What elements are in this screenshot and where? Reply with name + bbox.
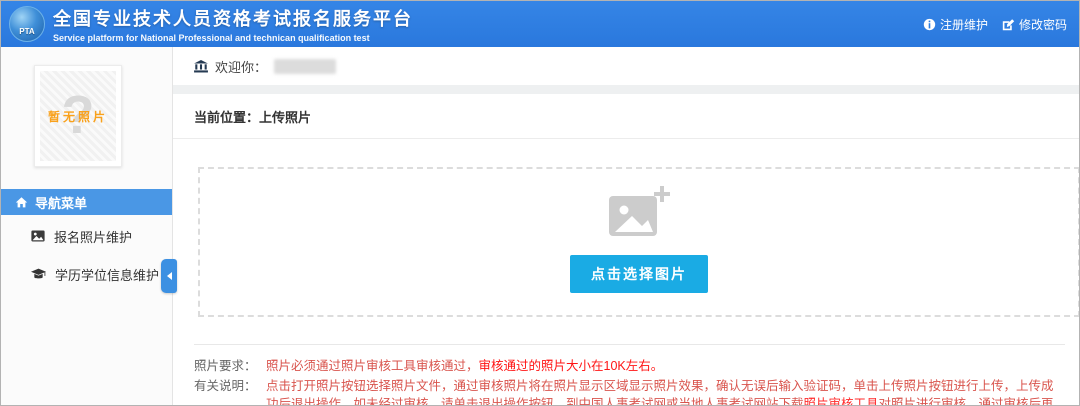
site-subtitle: Service platform for National Profession… <box>53 33 413 43</box>
sidebar-item-photo-maintenance[interactable]: 报名照片维护 <box>1 219 172 253</box>
main-area: 欢迎你： 当前位置：上传照片 点击选择图片 <box>173 47 1079 406</box>
change-password-link[interactable]: 修改密码 <box>1002 16 1067 33</box>
sidebar-item-label: 导航菜单 <box>35 193 87 212</box>
photo-review-tool-link[interactable]: 照片审核工具 <box>804 397 879 406</box>
sidebar-item-education-info[interactable]: 学历学位信息维护 <box>1 257 172 291</box>
photo-icon <box>31 230 45 242</box>
content-card: 当前位置：上传照片 点击选择图片 照片要求： 照片必须通过照片审核工具审核通过 <box>173 94 1079 406</box>
chevron-left-icon <box>167 272 172 280</box>
body-row: ? 暂无照片 导航菜单 报名照片维护 学历学位信息维护 <box>1 47 1079 406</box>
change-password-label: 修改密码 <box>1019 16 1067 33</box>
photo-requirement-text: 照片必须通过照片审核工具审核通过，审核通过的照片大小在10K左右。 <box>266 357 1065 375</box>
select-image-button[interactable]: 点击选择图片 <box>570 255 708 293</box>
photo-placeholder-area: ? 暂无照片 <box>40 71 116 161</box>
sidebar-item-label: 报名照片维护 <box>54 227 132 246</box>
page: PTA 全国专业技术人员资格考试报名服务平台 Service platform … <box>0 0 1080 406</box>
redacted-username <box>274 59 336 74</box>
instructions-label: 有关说明： <box>194 377 266 395</box>
photo-requirement-row: 照片要求： 照片必须通过照片审核工具审核通过，审核通过的照片大小在10K左右。 <box>194 357 1065 375</box>
sidebar-collapse-button[interactable] <box>161 259 177 293</box>
info-icon <box>923 18 936 31</box>
app-header: PTA 全国专业技术人员资格考试报名服务平台 Service platform … <box>1 1 1079 47</box>
edit-icon <box>1002 18 1015 31</box>
pta-logo-icon: PTA <box>9 6 45 42</box>
nav-menu: 导航菜单 报名照片维护 学历学位信息维护 <box>1 189 172 291</box>
sidebar-item-label: 学历学位信息维护 <box>55 265 159 284</box>
home-icon <box>15 196 28 209</box>
site-title: 全国专业技术人员资格考试报名服务平台 <box>53 5 413 31</box>
bank-icon <box>194 60 208 73</box>
header-links: 注册维护 修改密码 <box>923 1 1067 47</box>
instructions-text: 点击打开照片按钮选择照片文件，通过审核照片将在照片显示区域显示照片效果，确认无误… <box>266 377 1065 406</box>
graduation-cap-icon <box>31 268 46 281</box>
register-maintenance-link[interactable]: 注册维护 <box>923 16 988 33</box>
instructions-row: 有关说明： 点击打开照片按钮选择照片文件，通过审核照片将在照片显示区域显示照片效… <box>194 377 1065 406</box>
breadcrumb: 当前位置：上传照片 <box>173 94 1079 139</box>
sidebar: ? 暂无照片 导航菜单 报名照片维护 学历学位信息维护 <box>1 47 173 406</box>
welcome-bar: 欢迎你： <box>173 47 1079 85</box>
add-image-icon <box>607 186 671 242</box>
sidebar-item-nav-menu[interactable]: 导航菜单 <box>1 189 172 215</box>
spacer <box>173 85 1079 94</box>
photo-requirement-label: 照片要求： <box>194 357 266 375</box>
welcome-greeting: 欢迎你： <box>215 57 267 76</box>
photo-placeholder-card: ? 暂无照片 <box>34 65 122 167</box>
header-titles: 全国专业技术人员资格考试报名服务平台 Service platform for … <box>53 5 413 43</box>
notes-section: 照片要求： 照片必须通过照片审核工具审核通过，审核通过的照片大小在10K左右。 … <box>194 344 1065 406</box>
no-photo-label: 暂无照片 <box>48 108 108 125</box>
register-maintenance-label: 注册维护 <box>940 16 988 33</box>
upload-dropzone[interactable]: 点击选择图片 <box>198 167 1080 317</box>
